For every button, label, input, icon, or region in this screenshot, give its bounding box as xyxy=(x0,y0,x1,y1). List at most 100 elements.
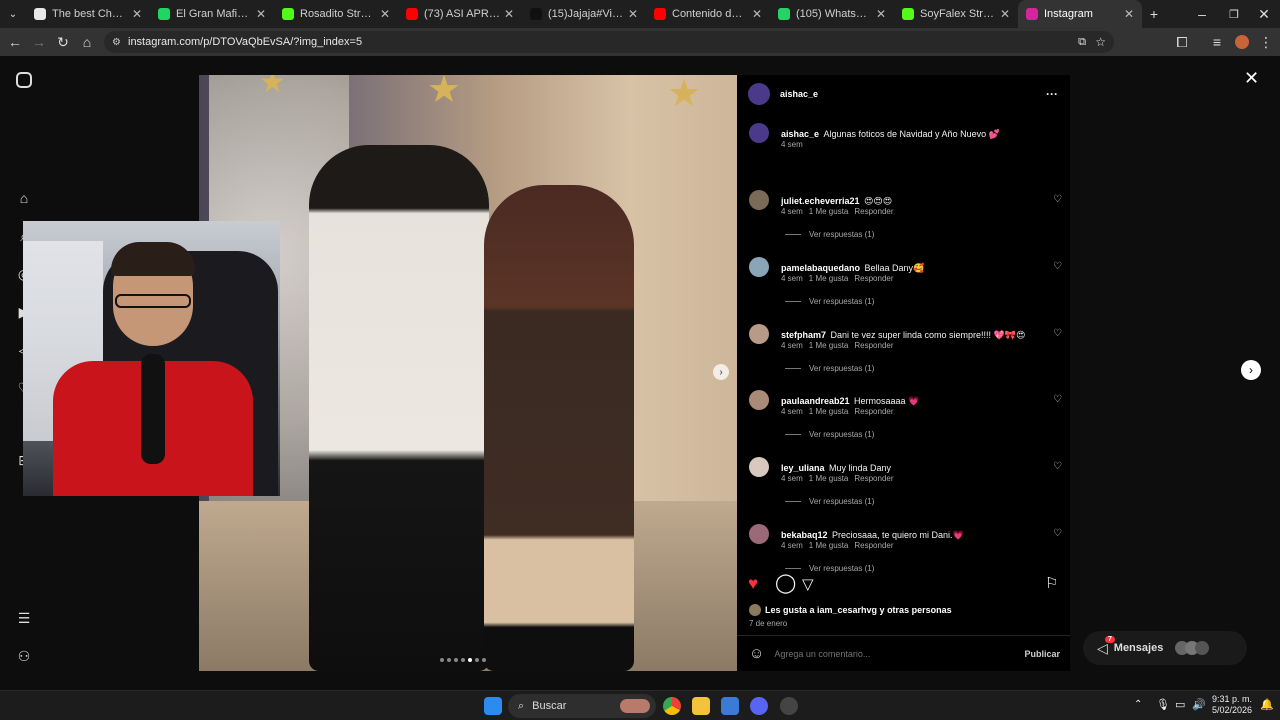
discord-icon[interactable] xyxy=(750,697,768,715)
instagram-logo-icon[interactable] xyxy=(16,72,32,88)
view-replies-button[interactable]: Ver respuestas (1) xyxy=(785,564,874,573)
network-tray-icon[interactable]: ▭ xyxy=(1175,698,1185,711)
commenter-username[interactable]: juliet.echeverria21 xyxy=(781,196,860,206)
profile-avatar[interactable] xyxy=(1235,35,1249,49)
back-icon[interactable]: ← xyxy=(3,30,27,54)
comment-likes[interactable]: 1 Me gusta xyxy=(809,341,849,350)
comment-likes[interactable]: 1 Me gusta xyxy=(809,541,849,550)
forward-icon[interactable]: → xyxy=(27,30,51,54)
minimize-button[interactable]: – xyxy=(1190,2,1214,26)
commenter-username[interactable]: ley_uliana xyxy=(781,463,825,473)
save-bookmark-icon[interactable]: ⚐ xyxy=(1045,574,1058,592)
commenter-username[interactable]: stefpham7 xyxy=(781,330,826,340)
comment-reply-button[interactable]: Responder xyxy=(854,474,893,483)
more-menu-icon[interactable]: ☰ xyxy=(14,608,34,628)
tab-close-icon[interactable]: ✕ xyxy=(504,7,514,21)
browser-tab[interactable]: Rosadito Stream - W ✕ xyxy=(274,0,398,28)
comment-reply-button[interactable]: Responder xyxy=(854,407,893,416)
taskbar-clock[interactable]: 9:31 p. m. 5/02/2026 xyxy=(1212,694,1252,716)
tab-close-icon[interactable]: ✕ xyxy=(1000,7,1010,21)
comment-like-heart-icon[interactable]: ♡ xyxy=(1053,194,1062,205)
commenter-avatar[interactable] xyxy=(749,457,769,478)
comment-input[interactable] xyxy=(774,648,995,659)
next-post-chevron-icon[interactable]: › xyxy=(1241,360,1261,380)
commenter-username[interactable]: paulaandreab21 xyxy=(781,396,850,406)
emoji-icon[interactable]: ☺ xyxy=(749,645,764,662)
browser-menu-icon[interactable]: ⋮ xyxy=(1254,30,1278,54)
commenter-avatar[interactable] xyxy=(749,256,769,277)
commenter-avatar[interactable] xyxy=(749,190,769,210)
comment-icon[interactable]: ◯ xyxy=(775,572,796,595)
notification-bell-icon[interactable]: 🔔 xyxy=(1260,698,1274,711)
comment-time[interactable]: 4 sem xyxy=(781,407,803,416)
comment-like-heart-icon[interactable]: ♡ xyxy=(1053,394,1062,405)
comment-likes[interactable]: 1 Me gusta xyxy=(809,474,849,483)
home-nav-icon[interactable]: ⌂ xyxy=(14,188,34,208)
browser-tab[interactable]: (105) WhatsApp ✕ xyxy=(770,0,894,28)
address-bar[interactable]: ⚙ instagram.com/p/DTOVaQbEvSA/?img_index… xyxy=(104,31,1114,53)
commenter-avatar[interactable] xyxy=(749,323,769,344)
caption-time[interactable]: 4 sem xyxy=(781,140,803,149)
window-close-button[interactable]: ✕ xyxy=(1252,2,1276,26)
browser-tab[interactable]: Instagram ✕ xyxy=(1018,0,1142,28)
browser-tab[interactable]: (73) ASI APRENDI A ✕ xyxy=(398,0,522,28)
app-icon[interactable] xyxy=(780,697,798,715)
view-replies-button[interactable]: Ver respuestas (1) xyxy=(785,230,874,239)
comment-time[interactable]: 4 sem xyxy=(781,541,803,550)
home-icon[interactable]: ⌂ xyxy=(75,30,99,54)
view-replies-button[interactable]: Ver respuestas (1) xyxy=(785,497,874,506)
reload-icon[interactable]: ↻ xyxy=(51,30,75,54)
likes-summary[interactable]: Les gusta a iam_cesarhvg y otras persona… xyxy=(749,604,952,616)
caption-avatar[interactable] xyxy=(749,123,769,143)
comment-likes[interactable]: 1 Me gusta xyxy=(809,207,849,216)
microphone-tray-icon[interactable]: 🎙 xyxy=(1156,698,1170,711)
windows-start-icon[interactable] xyxy=(484,697,502,715)
share-icon[interactable]: ▽ xyxy=(802,575,814,593)
commenter-username[interactable]: bekabaq12 xyxy=(781,530,828,540)
tab-close-icon[interactable]: ✕ xyxy=(1124,7,1134,21)
tray-chevron-icon[interactable]: ⌃ xyxy=(1134,699,1142,710)
view-replies-button[interactable]: Ver respuestas (1) xyxy=(785,364,874,373)
tab-close-icon[interactable]: ✕ xyxy=(628,7,638,21)
comment-like-heart-icon[interactable]: ♡ xyxy=(1053,528,1062,539)
comment-reply-button[interactable]: Responder xyxy=(854,207,893,216)
comment-like-heart-icon[interactable]: ♡ xyxy=(1053,261,1062,272)
comment-time[interactable]: 4 sem xyxy=(781,341,803,350)
file-explorer-icon[interactable] xyxy=(692,697,710,715)
store-icon[interactable] xyxy=(721,697,739,715)
browser-tab[interactable]: El Gran Mafioso - ✕ xyxy=(150,0,274,28)
comment-like-heart-icon[interactable]: ♡ xyxy=(1053,328,1062,339)
tab-close-icon[interactable]: ✕ xyxy=(380,7,390,21)
extensions-icon[interactable]: ⧠ xyxy=(1170,30,1194,54)
publish-button[interactable]: Publicar xyxy=(1024,649,1060,659)
caption-username[interactable]: aishac_e xyxy=(781,129,819,139)
commenter-avatar[interactable] xyxy=(749,524,769,544)
tab-close-icon[interactable]: ✕ xyxy=(876,7,886,21)
author-avatar[interactable] xyxy=(748,83,770,105)
view-replies-button[interactable]: Ver respuestas (1) xyxy=(785,297,874,306)
browser-tab[interactable]: SoyFalex Stream - W ✕ xyxy=(894,0,1018,28)
meta-apps-icon[interactable]: ⚇ xyxy=(14,646,34,666)
chrome-icon[interactable] xyxy=(663,697,681,715)
tab-close-icon[interactable]: ✕ xyxy=(256,7,266,21)
browser-tab[interactable]: The best ChatBot and ✕ xyxy=(26,0,150,28)
comment-like-heart-icon[interactable]: ♡ xyxy=(1053,461,1062,472)
comment-time[interactable]: 4 sem xyxy=(781,207,803,216)
comment-reply-button[interactable]: Responder xyxy=(854,341,893,350)
volume-tray-icon[interactable]: 🔊 xyxy=(1192,698,1206,711)
tab-close-icon[interactable]: ✕ xyxy=(752,7,762,21)
new-tab-button[interactable]: + xyxy=(1142,2,1166,26)
tab-search-button[interactable]: ⌄ xyxy=(0,2,26,26)
comment-likes[interactable]: 1 Me gusta xyxy=(809,407,849,416)
maximize-button[interactable]: ❐ xyxy=(1222,2,1246,26)
commenter-username[interactable]: pamelabaquedano xyxy=(781,263,860,273)
more-options-icon[interactable]: ··· xyxy=(1046,87,1058,101)
install-icon[interactable]: ⧉ xyxy=(1078,36,1086,49)
comment-reply-button[interactable]: Responder xyxy=(854,274,893,283)
close-post-icon[interactable]: ✕ xyxy=(1244,68,1259,89)
like-heart-icon[interactable]: ♥ xyxy=(748,574,758,594)
taskbar-search[interactable]: ⌕ Buscar xyxy=(508,694,656,718)
comment-likes[interactable]: 1 Me gusta xyxy=(809,274,849,283)
media-control-icon[interactable]: ≡ xyxy=(1205,30,1229,54)
author-username[interactable]: aishac_e xyxy=(780,89,818,99)
